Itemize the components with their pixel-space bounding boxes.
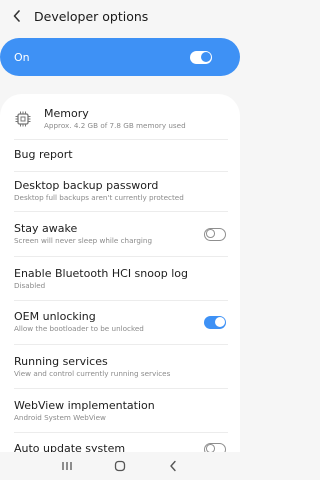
setting-subtitle: View and control currently running servi… <box>14 369 171 378</box>
setting-bug-report[interactable]: Bug report <box>0 143 240 167</box>
setting-title: Stay awake <box>14 222 78 235</box>
recents-icon[interactable] <box>57 456 77 476</box>
setting-webview-implementation[interactable]: WebView implementation Android System We… <box>0 396 240 426</box>
page-title: Developer options <box>34 8 149 24</box>
setting-desktop-backup-password[interactable]: Desktop backup password Desktop full bac… <box>0 176 240 206</box>
settings-list: Memory Approx. 4.2 GB of 7.8 GB memory u… <box>0 94 240 460</box>
home-icon[interactable] <box>110 456 130 476</box>
setting-subtitle: Android System WebView <box>14 413 106 422</box>
oem-unlocking-toggle[interactable] <box>204 315 226 329</box>
setting-subtitle: Desktop full backups aren't currently pr… <box>14 193 184 202</box>
setting-memory[interactable]: Memory Approx. 4.2 GB of 7.8 GB memory u… <box>0 101 240 137</box>
setting-stay-awake[interactable]: Stay awake Screen will never sleep while… <box>0 219 240 249</box>
system-nav-bar <box>0 452 240 480</box>
setting-title: Desktop backup password <box>14 179 159 192</box>
setting-title: Running services <box>14 355 108 368</box>
master-switch-bar[interactable]: On <box>0 38 240 76</box>
back-icon[interactable] <box>163 456 183 476</box>
setting-title: Bug report <box>14 148 73 161</box>
setting-title: Enable Bluetooth HCI snoop log <box>14 267 188 280</box>
setting-subtitle: Disabled <box>14 281 46 290</box>
setting-title: Memory <box>44 107 89 120</box>
setting-oem-unlocking[interactable]: OEM unlocking Allow the bootloader to be… <box>0 307 240 337</box>
setting-subtitle: Screen will never sleep while charging <box>14 236 153 245</box>
master-toggle[interactable] <box>190 50 212 64</box>
setting-running-services[interactable]: Running services View and control curren… <box>0 352 240 382</box>
setting-subtitle: Allow the bootloader to be unlocked <box>14 324 144 333</box>
stay-awake-toggle[interactable] <box>204 227 226 241</box>
setting-title: OEM unlocking <box>14 310 96 323</box>
memory-chip-icon <box>15 111 31 127</box>
setting-subtitle: Approx. 4.2 GB of 7.8 GB memory used <box>44 121 186 130</box>
setting-title: WebView implementation <box>14 399 155 412</box>
setting-bluetooth-hci-snoop-log[interactable]: Enable Bluetooth HCI snoop log Disabled <box>0 264 240 294</box>
master-switch-label: On <box>14 50 30 64</box>
back-chevron-icon[interactable] <box>0 0 34 32</box>
app-header: Developer options <box>0 0 240 32</box>
